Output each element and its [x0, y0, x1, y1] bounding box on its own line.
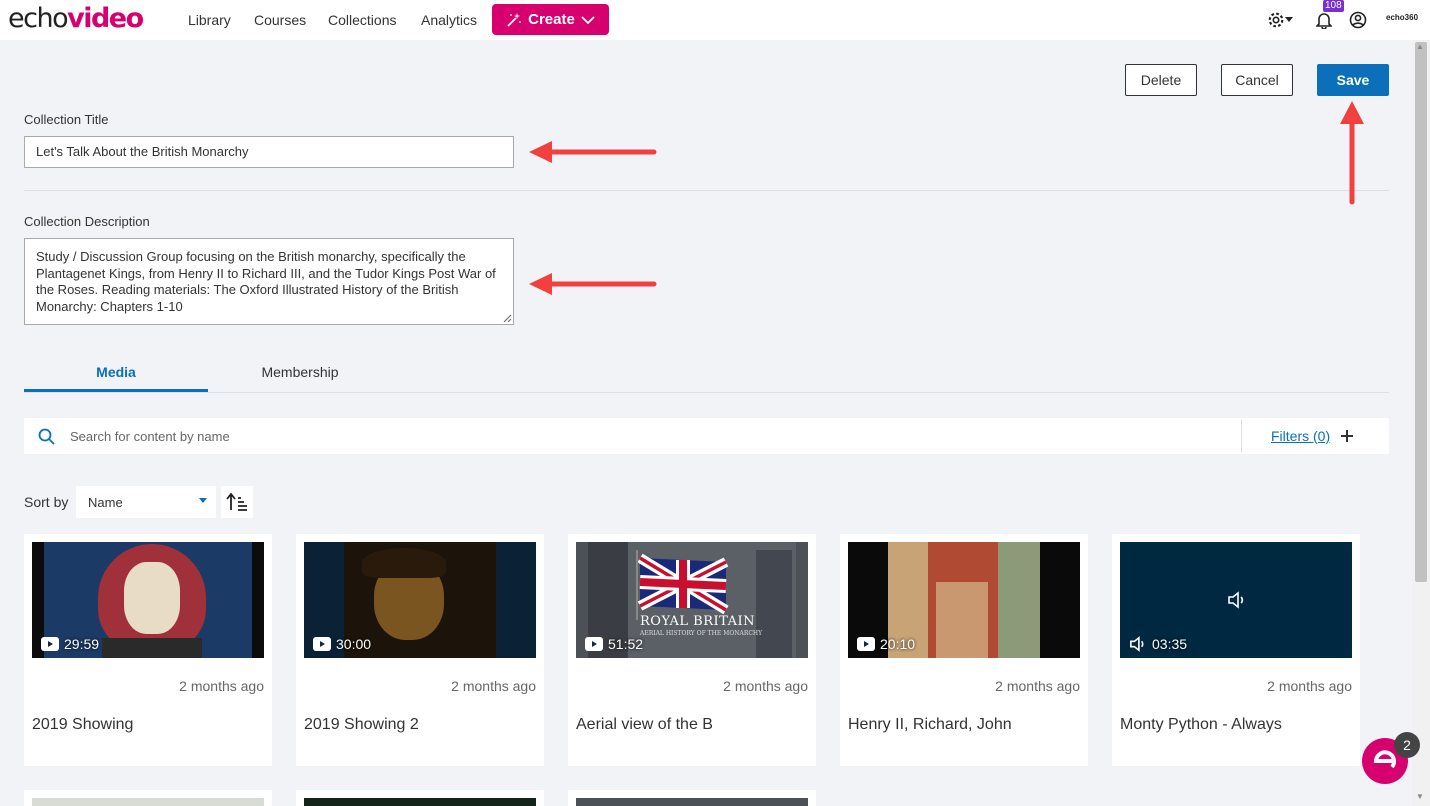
create-label: Create [528, 11, 575, 28]
audio-duration: 03:35 [1129, 636, 1187, 652]
collection-title-label: Collection Title [24, 112, 109, 127]
union-flag-image [636, 550, 729, 620]
annotation-arrow-up-icon [1340, 101, 1364, 205]
tab-media[interactable]: Media [24, 364, 208, 392]
search-input[interactable]: Search for content by name [70, 429, 230, 444]
resize-handle-icon[interactable] [503, 314, 512, 323]
search-icon [38, 428, 55, 445]
user-circle-icon [1349, 11, 1367, 29]
play-icon [41, 637, 59, 651]
video-overlay-title: ROYAL BRITAIN [640, 614, 756, 629]
play-icon [585, 637, 603, 651]
scroll-down-icon[interactable]: ▼ [1416, 792, 1424, 801]
sort-select[interactable]: Name [76, 486, 216, 518]
sort-ascending-icon [226, 493, 247, 511]
video-duration: 20:10 [857, 636, 915, 652]
gear-icon [1268, 12, 1284, 28]
play-icon [857, 637, 875, 651]
save-button[interactable]: Save [1317, 64, 1389, 96]
media-card[interactable] [296, 790, 544, 806]
speaker-icon [1228, 591, 1244, 609]
sort-label: Sort by [24, 494, 69, 510]
annotation-arrow-left-icon [529, 141, 657, 163]
card-title[interactable]: 2019 Showing [32, 716, 133, 734]
media-card[interactable]: ROYAL BRITAIN AERIAL HISTORY OF THE MONA… [568, 534, 816, 766]
video-duration: 51:52 [585, 636, 643, 652]
top-navigation: echovideo Library Courses Collections An… [0, 0, 1430, 40]
nav-courses[interactable]: Courses [254, 12, 306, 28]
card-title[interactable]: Monty Python - Always [1120, 716, 1282, 734]
caret-down-icon [1285, 17, 1293, 22]
video-thumbnail[interactable] [304, 798, 536, 806]
media-card[interactable]: 03:35 2 months ago Monty Python - Always [1112, 534, 1360, 766]
video-duration: 30:00 [313, 636, 371, 652]
echo-e-logo-icon [1373, 750, 1396, 769]
card-title[interactable]: Henry II, Richard, John [848, 716, 1012, 734]
audio-thumbnail[interactable]: 03:35 [1120, 542, 1352, 658]
create-button[interactable]: Create [492, 4, 609, 35]
scrollbar-thumb[interactable] [1415, 42, 1427, 582]
settings-menu[interactable] [1264, 8, 1296, 32]
video-thumbnail[interactable] [32, 798, 264, 806]
video-thumbnail[interactable]: 30:00 [304, 542, 536, 658]
speaker-icon [1130, 636, 1144, 652]
tabs-divider [24, 392, 1389, 393]
card-title[interactable]: Aerial view of the B [576, 716, 713, 734]
collection-description-label: Collection Description [24, 214, 150, 229]
play-icon [313, 637, 331, 651]
user-menu[interactable] [1346, 8, 1370, 32]
video-thumbnail[interactable]: 20:10 [848, 542, 1080, 658]
search-separator [1241, 420, 1242, 452]
echo360-logo: echo360 [1386, 13, 1419, 22]
echovideo-logo[interactable]: echovideo [8, 2, 144, 36]
card-date: 2 months ago [995, 678, 1080, 694]
cancel-button[interactable]: Cancel [1221, 64, 1293, 96]
nav-collections[interactable]: Collections [328, 12, 396, 28]
tab-membership[interactable]: Membership [208, 364, 392, 392]
card-date: 2 months ago [179, 678, 264, 694]
card-date: 2 months ago [451, 678, 536, 694]
nav-library[interactable]: Library [188, 12, 231, 28]
card-date: 2 months ago [1267, 678, 1352, 694]
notification-badge: 108 [1323, 0, 1344, 12]
help-badge: 2 [1394, 732, 1420, 758]
media-card[interactable]: 20:10 2 months ago Henry II, Richard, Jo… [840, 534, 1088, 766]
video-duration: 29:59 [41, 636, 99, 652]
media-card[interactable] [568, 790, 816, 806]
card-title[interactable]: 2019 Showing 2 [304, 716, 419, 734]
media-card[interactable]: 29:59 2 months ago 2019 Showing [24, 534, 272, 766]
media-card[interactable] [24, 790, 272, 806]
collection-description-textarea[interactable]: Study / Discussion Group focusing on the… [24, 238, 514, 325]
card-date: 2 months ago [723, 678, 808, 694]
sort-direction-button[interactable] [221, 486, 253, 518]
filters-link[interactable]: Filters (0) [1271, 428, 1330, 444]
media-card[interactable]: 30:00 2 months ago 2019 Showing 2 [296, 534, 544, 766]
caret-down-icon [199, 498, 207, 503]
plus-icon[interactable] [1340, 429, 1354, 443]
magic-wand-icon [507, 12, 522, 27]
video-thumbnail[interactable]: 29:59 [32, 542, 264, 658]
video-thumbnail[interactable]: ROYAL BRITAIN AERIAL HISTORY OF THE MONA… [576, 542, 808, 658]
delete-button[interactable]: Delete [1125, 64, 1197, 96]
collection-title-input[interactable]: Let's Talk About the British Monarchy [24, 136, 514, 168]
nav-analytics[interactable]: Analytics [421, 12, 477, 28]
chevron-down-icon [581, 15, 595, 24]
scroll-up-icon[interactable]: ▲ [1416, 42, 1424, 51]
video-overlay-subtitle: AERIAL HISTORY OF THE MONARCHY [640, 630, 763, 637]
form-divider [24, 190, 1389, 191]
annotation-arrow-left-icon [529, 273, 657, 295]
bell-icon [1316, 13, 1332, 29]
video-thumbnail[interactable] [576, 798, 808, 806]
